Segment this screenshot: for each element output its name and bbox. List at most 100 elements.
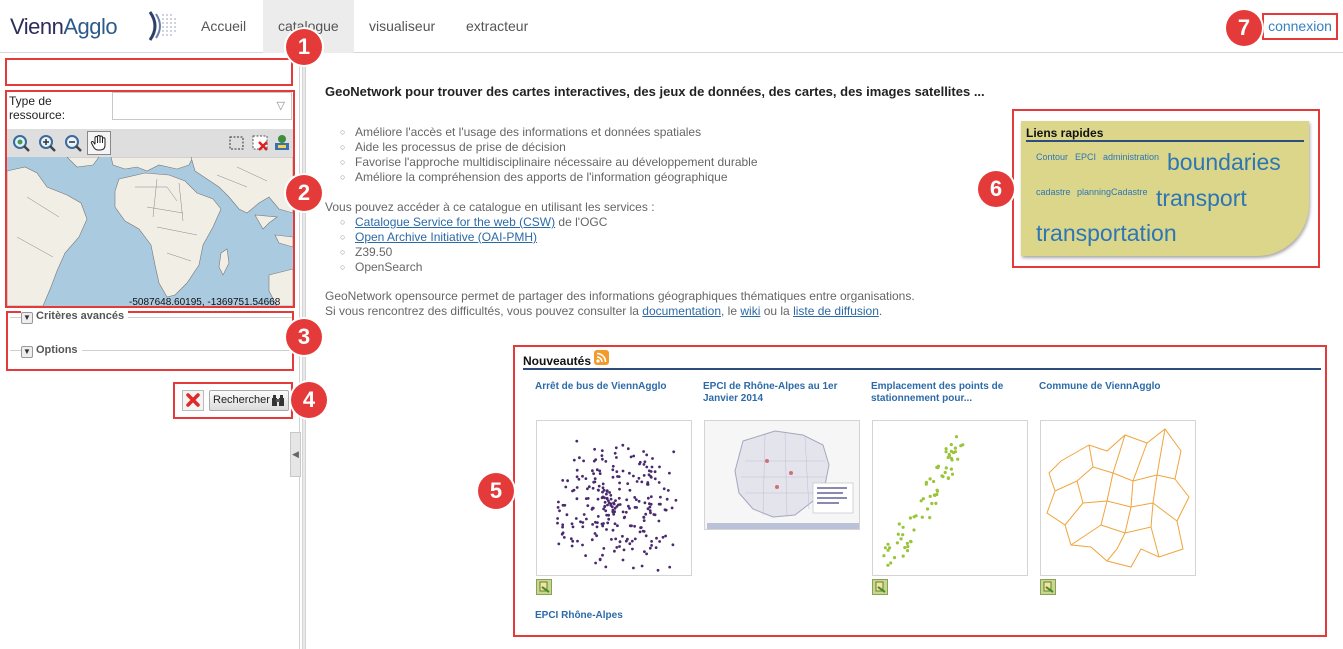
bus-stop-dot bbox=[618, 503, 622, 506]
bus-stop-dot bbox=[658, 540, 661, 543]
oai-pmh-link[interactable]: Open Archive Initiative (OAI-PMH) bbox=[355, 230, 537, 244]
clear-extent-icon[interactable] bbox=[251, 133, 271, 153]
rss-icon[interactable] bbox=[594, 350, 609, 365]
tag-link[interactable]: planningCadastre bbox=[1077, 187, 1148, 197]
reset-button[interactable] bbox=[182, 390, 204, 411]
resource-type-select[interactable]: ▽ bbox=[112, 92, 292, 120]
bus-stop-dot bbox=[613, 506, 617, 510]
parking-point-dot bbox=[908, 516, 912, 520]
parking-point-dot bbox=[876, 574, 878, 575]
bus-stop-dot bbox=[587, 485, 591, 489]
download-icon[interactable] bbox=[872, 579, 888, 595]
news-item-title[interactable]: EPCI de Rhône-Alpes au 1er Janvier 2014 bbox=[703, 381, 855, 405]
bus-stop-dot bbox=[633, 524, 636, 528]
wiki-link[interactable]: wiki bbox=[740, 304, 760, 318]
mailing-list-link[interactable]: liste de diffusion bbox=[793, 304, 879, 318]
bus-stop-dot bbox=[600, 449, 604, 452]
bus-stop-dot bbox=[595, 525, 599, 529]
bus-stop-dot bbox=[574, 517, 578, 520]
bus-stop-dot bbox=[621, 510, 625, 514]
bus-stop-dot bbox=[591, 469, 594, 473]
news-item-title[interactable]: EPCI Rhône-Alpes bbox=[535, 610, 687, 622]
nav-visualiseur[interactable]: visualiseur bbox=[354, 0, 450, 53]
bus-stop-dot bbox=[596, 515, 600, 518]
tag-link[interactable]: Contour bbox=[1036, 152, 1068, 162]
news-thumbnail-epci[interactable] bbox=[704, 420, 860, 530]
parking-point-dot bbox=[943, 470, 947, 475]
bus-stop-dot bbox=[594, 561, 597, 565]
tag-link[interactable]: cadastre bbox=[1036, 187, 1071, 197]
advanced-criteria-toggle[interactable]: ▼ Critères avancés bbox=[21, 310, 129, 324]
parking-point-dot bbox=[928, 516, 932, 520]
bus-stop-dot bbox=[615, 546, 619, 549]
download-icon[interactable] bbox=[536, 579, 552, 595]
service-item: OpenSearch bbox=[340, 260, 607, 275]
login-link[interactable]: connexion bbox=[1262, 13, 1338, 40]
bus-stop-dot bbox=[630, 539, 634, 543]
csw-link[interactable]: Catalogue Service for the web (CSW) bbox=[355, 215, 555, 229]
tag-link[interactable]: transport bbox=[1156, 185, 1247, 212]
bus-stop-dot bbox=[616, 524, 619, 528]
tag-link[interactable]: boundaries bbox=[1167, 149, 1281, 176]
bus-stop-dot bbox=[644, 534, 648, 538]
bus-stop-dot bbox=[659, 502, 662, 506]
bus-stop-dot bbox=[605, 528, 608, 531]
news-thumbnail-communes[interactable] bbox=[1040, 420, 1196, 576]
bus-stop-dot bbox=[618, 545, 621, 548]
map-layers-icon[interactable] bbox=[272, 133, 292, 153]
bus-stop-dot bbox=[653, 513, 657, 517]
bus-stop-dot bbox=[624, 510, 628, 514]
viennagglo-logo[interactable]: ViennAgglo bbox=[8, 6, 180, 46]
zoom-in-icon[interactable] bbox=[37, 133, 57, 153]
parking-point-dot bbox=[949, 456, 953, 460]
bus-stop-dot bbox=[657, 481, 661, 484]
bus-stop-dot bbox=[640, 480, 644, 484]
parking-point-dot bbox=[924, 480, 928, 484]
search-button[interactable]: Rechercher bbox=[209, 390, 289, 411]
bus-stop-dot bbox=[655, 536, 658, 540]
zoom-out-icon[interactable] bbox=[63, 133, 83, 153]
news-item-title[interactable]: Commune de ViennAgglo bbox=[1039, 381, 1191, 393]
documentation-link[interactable]: documentation bbox=[642, 304, 721, 318]
bus-stop-dot bbox=[586, 487, 589, 491]
bus-stop-dot bbox=[653, 470, 657, 474]
news-item-title[interactable]: Emplacement des points de stationnement … bbox=[871, 381, 1023, 405]
world-map[interactable] bbox=[7, 157, 293, 306]
nav-extracteur[interactable]: extracteur bbox=[451, 0, 543, 53]
options-toggle[interactable]: ▼ Options bbox=[21, 344, 82, 358]
tag-link[interactable]: EPCI bbox=[1075, 152, 1096, 162]
bus-stop-dot bbox=[557, 500, 560, 504]
bus-stop-dot bbox=[584, 554, 587, 557]
bus-stop-dot bbox=[642, 474, 646, 477]
annotation-marker: 6 bbox=[978, 171, 1014, 207]
intro-title: GeoNetwork pour trouver des cartes inter… bbox=[325, 84, 985, 99]
pan-tool-button[interactable] bbox=[87, 131, 111, 155]
bus-stop-dot bbox=[601, 482, 605, 486]
bus-stop-dot bbox=[638, 462, 641, 466]
tag-link[interactable]: administration bbox=[1103, 152, 1159, 162]
map-download-glyph bbox=[539, 581, 550, 593]
rss-glyph bbox=[596, 352, 607, 363]
keyword-search-input[interactable] bbox=[9, 62, 289, 82]
bus-stop-dot bbox=[621, 558, 625, 562]
bus-stop-dot bbox=[614, 446, 618, 450]
parking-point-dot bbox=[946, 476, 950, 480]
bus-stop-dot bbox=[627, 504, 630, 508]
news-item-title[interactable]: Arrêt de bus de ViennAgglo bbox=[535, 381, 687, 393]
news-thumbnail-parking[interactable] bbox=[872, 420, 1028, 576]
zoom-extent-icon[interactable] bbox=[11, 133, 31, 153]
parking-point-dot bbox=[901, 525, 905, 529]
tag-link[interactable]: transportation bbox=[1036, 220, 1177, 247]
draw-extent-icon[interactable] bbox=[227, 133, 247, 153]
bus-stop-dot bbox=[668, 471, 671, 475]
keyword-search-box bbox=[5, 58, 293, 86]
news-thumbnail-bus-stops[interactable] bbox=[536, 420, 692, 576]
bus-stop-dot bbox=[565, 513, 569, 517]
download-icon[interactable] bbox=[1040, 579, 1056, 595]
nav-accueil[interactable]: Accueil bbox=[186, 0, 261, 53]
collapse-panel-button[interactable]: ◀ bbox=[290, 432, 301, 477]
bus-stop-dot bbox=[596, 497, 600, 501]
bus-stop-dot bbox=[592, 459, 596, 463]
bus-stop-dot bbox=[645, 552, 648, 556]
bus-stop-dot bbox=[581, 474, 584, 478]
